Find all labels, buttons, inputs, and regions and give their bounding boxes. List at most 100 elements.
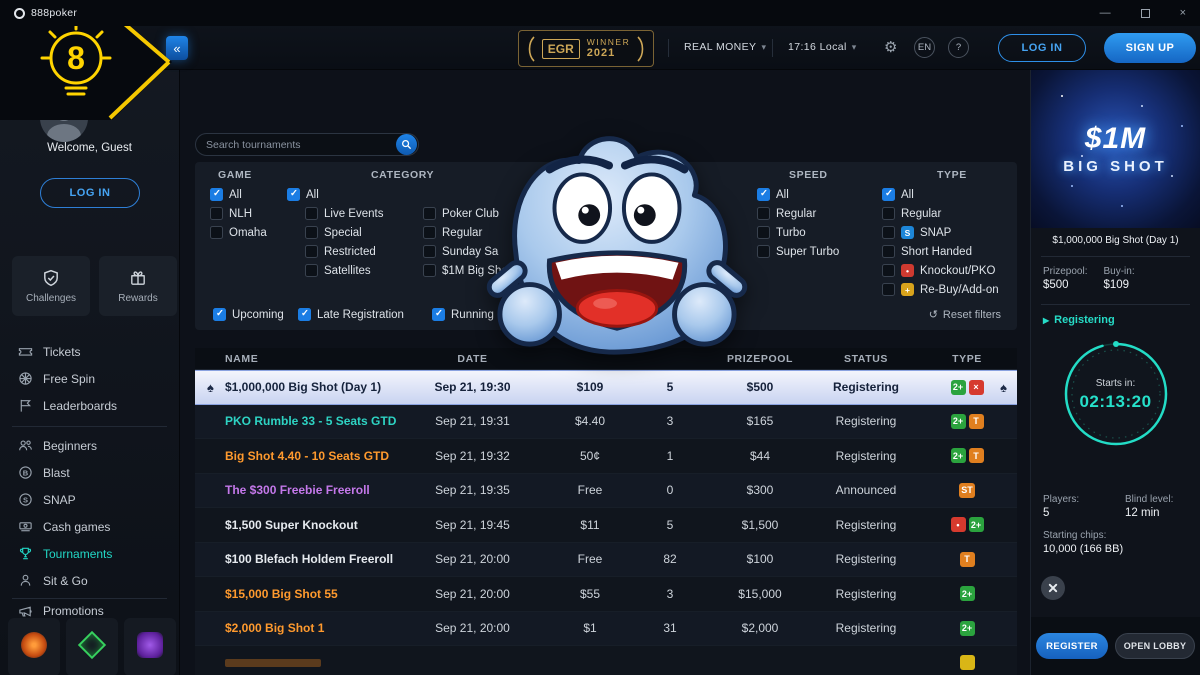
tournament-status: Announced [815,483,917,497]
header-name[interactable]: NAME [195,353,400,365]
checkbox-game-all[interactable]: All [210,188,242,201]
language-selector[interactable]: EN [914,37,935,58]
big-shot-promo-banner[interactable]: $1M BIG SHOT [1031,70,1200,228]
checkbox-upcoming[interactable]: Upcoming [213,308,284,321]
checkbox-icon [305,207,318,220]
reset-filters-button[interactable]: ↺ Reset filters [929,308,1001,321]
search-input[interactable] [196,139,396,151]
blind-level-value: 12 min [1125,507,1173,519]
sidebar-item-tournaments[interactable]: Tournaments [0,540,179,567]
buyin-label: Buy-in: [1103,266,1134,277]
checkbox-icon [210,188,223,201]
maximize-button[interactable] [1141,9,1150,18]
register-button[interactable]: REGISTER [1036,633,1108,659]
challenges-tile[interactable]: Challenges [12,256,90,316]
sidebar-item-beginners[interactable]: Beginners [0,432,179,459]
sidebar-item-sit-and-go[interactable]: Sit & Go [0,567,179,594]
sidebar-item-tickets[interactable]: Tickets [0,338,179,365]
sidebar-item-snap[interactable]: S SNAP [0,486,179,513]
tournament-details-panel: $1M BIG SHOT $1,000,000 Big Shot (Day 1)… [1030,70,1200,675]
checkbox-type-short-handed[interactable]: Short Handed [882,245,972,258]
sidebar-item-blast[interactable]: B Blast [0,459,179,486]
tournament-status: Registering [815,380,917,394]
login-button-sidebar[interactable]: LOG IN [40,178,140,208]
game-tile-3[interactable] [124,618,176,675]
checkbox-icon [882,188,895,201]
checkbox-icon [882,283,895,296]
checkbox-speed-regular[interactable]: Regular [757,207,816,220]
filter-panel: GAME CATEGORY SPEED TYPE All NLH Omaha A… [195,162,1017,330]
minimize-button[interactable]: — [1100,7,1111,19]
tournament-prizepool: $1,500 [705,518,815,532]
type-badge: 2+ [960,586,975,601]
table-row[interactable]: PKO Rumble 33 - 5 Seats GTD Sep 21, 19:3… [195,405,1017,440]
checkbox-type-regular[interactable]: Regular [882,207,941,220]
table-row[interactable]: $100 Blefach Holdem Freeroll Sep 21, 20:… [195,543,1017,578]
close-button[interactable]: × [1180,7,1186,19]
rewards-tile[interactable]: Rewards [99,256,177,316]
open-lobby-button[interactable]: OPEN LOBBY [1115,633,1195,659]
top-nav: « EGR WINNER 2021 REAL MONEY ▾ 17:16 Loc… [0,26,1200,70]
table-row-partial[interactable] [195,646,1017,675]
buyin-value: $109 [1103,279,1134,291]
checkbox-speed-turbo[interactable]: Turbo [757,226,806,239]
header-prizepool[interactable]: PRIZEPOOL [705,353,815,365]
login-button-nav[interactable]: LOG IN [998,34,1086,62]
collapse-sidebar-button[interactable]: « [166,36,188,60]
sidebar-item-cash-games[interactable]: Cash games [0,513,179,540]
sidebar-item-leaderboards[interactable]: Leaderboards [0,392,179,419]
checkbox-icon [882,245,895,258]
type-badge [960,655,975,670]
checkbox-game-nlh[interactable]: NLH [210,207,252,220]
spin-wheel-icon [18,371,33,386]
table-row[interactable]: $15,000 Big Shot 55 Sep 21, 20:00 $55 3 … [195,577,1017,612]
checkbox-speed-all[interactable]: All [757,188,789,201]
prizepool-value: $500 [1043,279,1087,291]
filter-title-game: GAME [218,169,252,181]
checkbox-running[interactable]: Running [432,308,494,321]
table-row[interactable]: ♠ $1,000,000 Big Shot (Day 1) Sep 21, 19… [195,370,1017,405]
checkbox-type-all[interactable]: All [882,188,914,201]
checkbox-category-special[interactable]: Special [305,226,362,239]
search-button[interactable] [396,134,417,155]
real-money-dropdown[interactable]: REAL MONEY ▾ [684,41,766,53]
checkbox-type-knockout[interactable]: •Knockout/PKO [882,264,995,277]
truncated-name-text [225,659,321,667]
checkbox-speed-super-turbo[interactable]: Super Turbo [757,245,839,258]
checkbox-category-sunday[interactable]: Sunday Sa [423,245,498,258]
table-row[interactable]: The $300 Freebie Freeroll Sep 21, 19:35 … [195,474,1017,509]
checkbox-category-restricted[interactable]: Restricted [305,245,376,258]
svg-text:8: 8 [67,40,85,76]
help-button[interactable]: ? [948,37,969,58]
checkbox-category-regular[interactable]: Regular [423,226,482,239]
table-row[interactable]: Big Shot 4.40 - 10 Seats GTD Sep 21, 19:… [195,439,1017,474]
tournament-status: Registering [815,621,917,635]
header-status[interactable]: STATUS [815,353,917,365]
real-money-label: REAL MONEY [684,41,756,53]
game-tile-2[interactable] [66,618,118,675]
checkbox-category-all[interactable]: All [287,188,319,201]
checkbox-category-poker-club[interactable]: Poker Club [423,207,499,220]
table-row[interactable]: $2,000 Big Shot 1 Sep 21, 20:00 $1 31 $2… [195,612,1017,647]
checkbox-late-registration[interactable]: Late Registration [298,308,404,321]
signup-button[interactable]: SIGN UP [1104,33,1196,63]
table-settings-button[interactable] [1041,576,1065,600]
tournament-prizepool: $15,000 [705,587,815,601]
checkbox-type-snap[interactable]: SSNAP [882,226,951,239]
table-header: NAME DATE PRIZEPOOL STATUS TYPE [195,348,1017,370]
checkbox-game-omaha[interactable]: Omaha [210,226,267,239]
checkbox-category-1m-big-shot[interactable]: $1M Big Sho [423,264,508,277]
tournament-players: 1 [635,449,705,463]
settings-gear-icon[interactable]: ⚙ [884,38,897,56]
laurel-right-icon [637,36,646,62]
table-row[interactable]: $1,500 Super Knockout Sep 21, 19:45 $11 … [195,508,1017,543]
sidebar-item-label: Tournaments [43,547,112,561]
checkbox-category-live-events[interactable]: Live Events [305,207,383,220]
checkbox-type-rebuy[interactable]: +Re-Buy/Add-on [882,283,999,296]
local-time-dropdown[interactable]: 17:16 Local ▾ [788,41,857,53]
header-date[interactable]: DATE [400,353,545,365]
header-type[interactable]: TYPE [917,353,1017,365]
sidebar-item-free-spin[interactable]: Free Spin [0,365,179,392]
game-tile-1[interactable] [8,618,60,675]
checkbox-category-satellites[interactable]: Satellites [305,264,371,277]
